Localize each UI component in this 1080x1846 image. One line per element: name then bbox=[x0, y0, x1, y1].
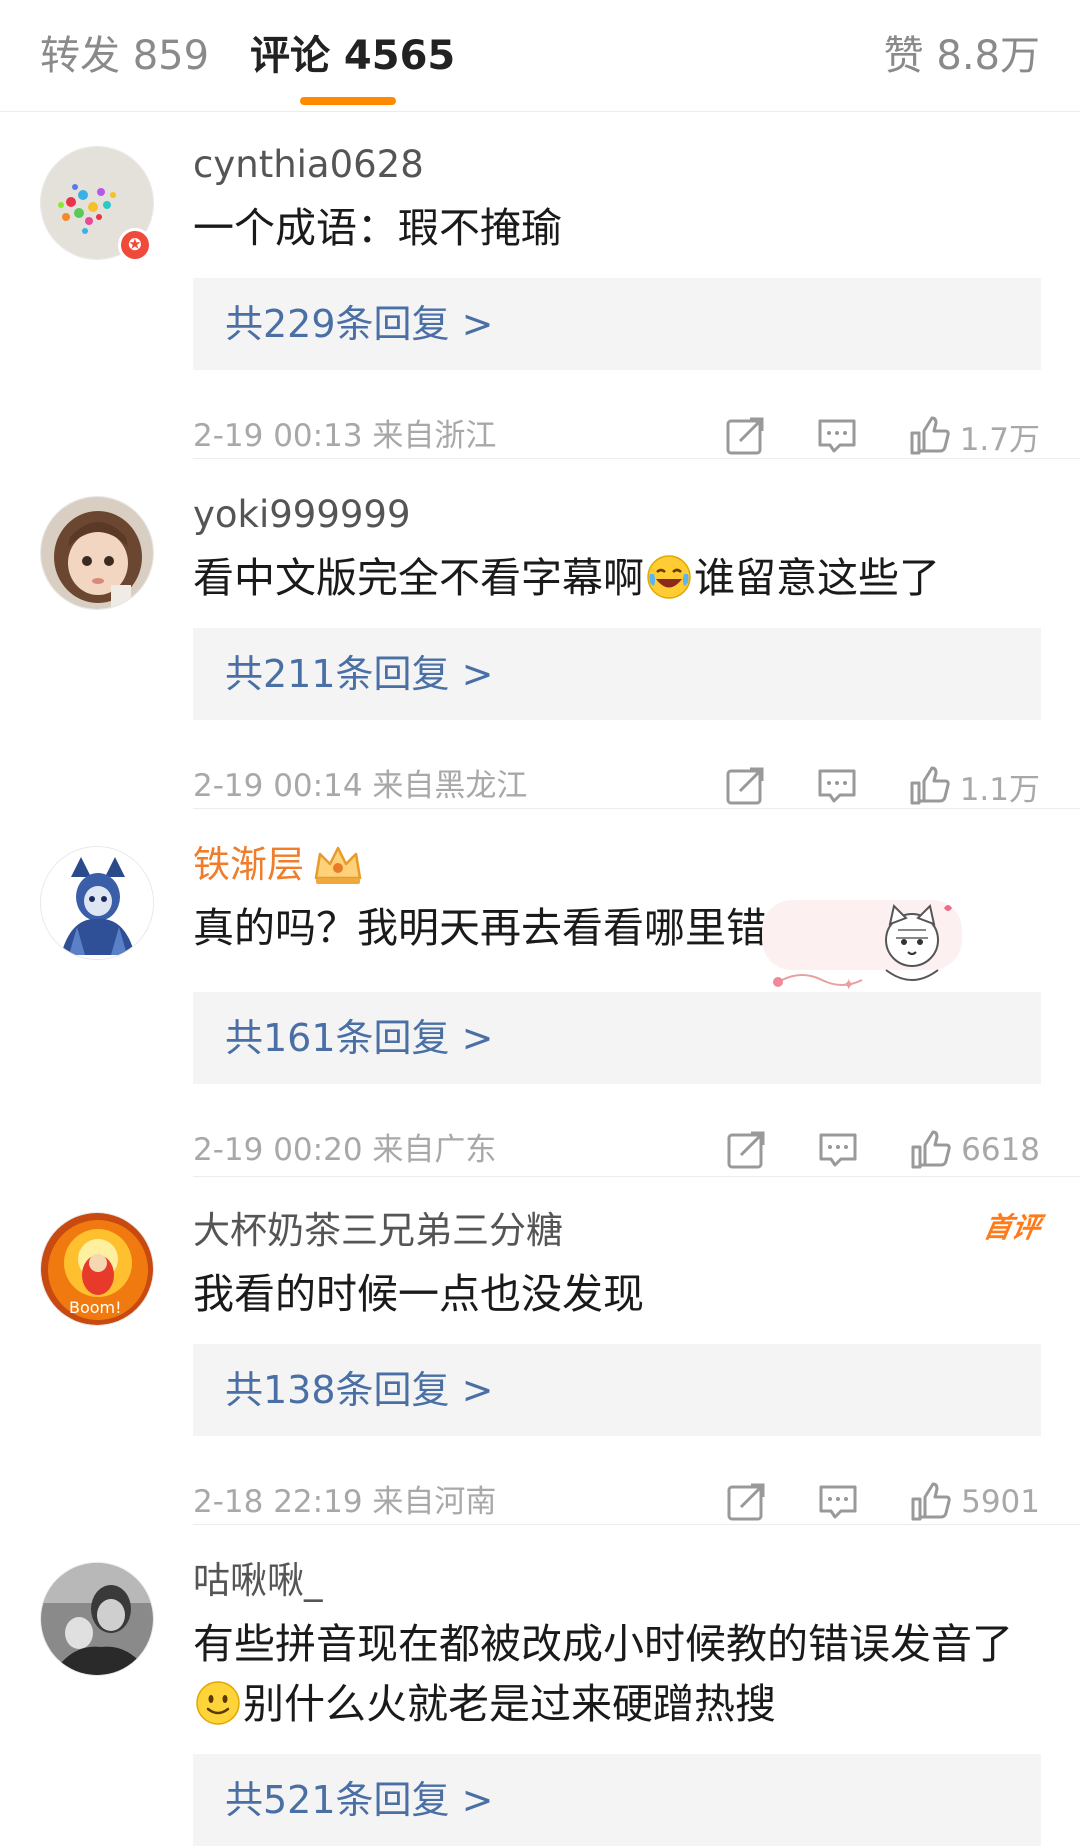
username[interactable]: 大杯奶茶三兄弟三分糖 bbox=[193, 1206, 563, 1256]
cat-sticker-icon: ✦ bbox=[762, 900, 962, 994]
divider bbox=[193, 1524, 1080, 1525]
like-button[interactable]: 1.1万 bbox=[908, 764, 1040, 809]
comment-item: ✪ cynthia0628 一个成语：瑕不掩瑜 共229条回复 > 2-19 0… bbox=[0, 120, 1080, 460]
share-button[interactable] bbox=[725, 1129, 767, 1171]
bw-photo-avatar-icon bbox=[41, 1563, 153, 1675]
comment-tabs: 转发 859 评论 4565 赞 8.8万 bbox=[0, 0, 1080, 112]
username[interactable]: 铁渐层 bbox=[193, 840, 304, 890]
first-comment-badge: 首评 bbox=[981, 1211, 1043, 1244]
comment-item: 咕啾啾_ 有些拼音现在都被改成小时候教的错误发音了别什么火就老是过来硬蹭热搜 共… bbox=[0, 1536, 1080, 1846]
comment-text: 我看的时候一点也没发现 bbox=[193, 1270, 644, 1318]
like-count: 1.7万 bbox=[959, 421, 1040, 458]
comment-text-part: 谁留意这些了 bbox=[694, 554, 940, 602]
comment-meta: 2-18 22:19 来自河南 bbox=[193, 1484, 497, 1520]
view-replies-button[interactable]: 共211条回复 > bbox=[193, 628, 1041, 720]
comment-text: 有些拼音现在都被改成小时候教的错误发音了别什么火就老是过来硬蹭热搜 bbox=[193, 1614, 1043, 1734]
comment-meta: 2-19 00:13 来自浙江 bbox=[193, 418, 497, 454]
active-tab-indicator bbox=[300, 97, 396, 105]
comment-text-part: 看中文版完全不看字幕啊 bbox=[193, 554, 644, 602]
blue-character-avatar-icon bbox=[41, 847, 153, 959]
crown-icon bbox=[314, 846, 362, 884]
reply-button[interactable] bbox=[816, 765, 858, 807]
like-button[interactable]: 6618 bbox=[909, 1129, 1040, 1171]
doll-girl-avatar-icon bbox=[41, 497, 153, 609]
avatar[interactable] bbox=[40, 1562, 154, 1676]
comment-text-part: 别什么火就老是过来硬蹭热搜 bbox=[243, 1680, 776, 1728]
smile-emoji-icon bbox=[196, 1681, 240, 1725]
tab-repost[interactable]: 转发 859 bbox=[40, 28, 209, 84]
comment-meta: 2-19 00:20 来自广东 bbox=[193, 1132, 497, 1168]
share-button[interactable] bbox=[724, 765, 766, 807]
share-icon bbox=[726, 767, 764, 805]
comment-item: yoki999999 看中文版完全不看字幕啊 谁留意这些了 共211条回复 > 2… bbox=[0, 470, 1080, 810]
view-replies-button[interactable]: 共521条回复 > bbox=[193, 1754, 1041, 1846]
avatar[interactable]: Boom! bbox=[40, 1212, 154, 1326]
like-count: 6618 bbox=[961, 1132, 1040, 1168]
comment-item: Boom! 大杯奶茶三兄弟三分糖 首评 我看的时候一点也没发现 共138条回复 … bbox=[0, 1186, 1080, 1526]
like-count: 5901 bbox=[961, 1484, 1040, 1520]
comment-item: 铁渐层 真的吗？我明天再去看看哪里错了 ✦ 共161条回复 > 2-19 00:… bbox=[0, 820, 1080, 1180]
share-button[interactable] bbox=[724, 415, 766, 457]
like-button[interactable]: 5901 bbox=[909, 1481, 1040, 1523]
share-icon bbox=[727, 1483, 765, 1521]
reply-button[interactable] bbox=[816, 415, 858, 457]
view-replies-button[interactable]: 共229条回复 > bbox=[193, 278, 1041, 370]
comment-actions: 1.7万 bbox=[724, 412, 1040, 460]
thumbs-up-icon bbox=[910, 766, 950, 805]
tab-like[interactable]: 赞 8.8万 bbox=[884, 28, 1040, 84]
svg-text:Boom!: Boom! bbox=[69, 1298, 122, 1317]
divider bbox=[193, 458, 1080, 459]
reply-button[interactable] bbox=[817, 1481, 859, 1523]
comment-text: 看中文版完全不看字幕啊 谁留意这些了 bbox=[193, 548, 1043, 608]
divider bbox=[193, 808, 1080, 809]
comment-icon bbox=[818, 769, 856, 803]
like-button[interactable]: 1.7万 bbox=[908, 414, 1040, 459]
laughing-crying-emoji-icon bbox=[647, 555, 691, 599]
username[interactable]: cynthia0628 bbox=[193, 140, 424, 190]
thumbs-up-icon bbox=[910, 416, 950, 455]
like-count: 1.1万 bbox=[959, 771, 1040, 808]
comment-icon bbox=[819, 1133, 857, 1167]
username[interactable]: yoki999999 bbox=[193, 490, 410, 540]
comment-meta: 2-19 00:14 来自黑龙江 bbox=[193, 768, 528, 804]
share-icon bbox=[727, 1131, 765, 1169]
share-icon bbox=[726, 417, 764, 455]
comment-text-part: 有些拼音现在都被改成小时候教的错误发音了 bbox=[193, 1620, 1013, 1668]
comment-actions: 1.1万 bbox=[724, 762, 1040, 810]
comment-actions: 5901 bbox=[725, 1478, 1040, 1526]
avatar[interactable] bbox=[40, 846, 154, 960]
avatar[interactable] bbox=[40, 496, 154, 610]
share-button[interactable] bbox=[725, 1481, 767, 1523]
boom-teletubby-avatar-icon: Boom! bbox=[41, 1213, 153, 1325]
view-replies-button[interactable]: 共161条回复 > bbox=[193, 992, 1041, 1084]
view-replies-button[interactable]: 共138条回复 > bbox=[193, 1344, 1041, 1436]
verified-badge-icon: ✪ bbox=[118, 228, 152, 262]
thumbs-up-icon bbox=[911, 1482, 951, 1521]
divider bbox=[193, 1176, 1080, 1177]
comment-text: 一个成语：瑕不掩瑜 bbox=[193, 204, 562, 252]
username[interactable]: 咕啾啾_ bbox=[193, 1556, 323, 1606]
tab-comment[interactable]: 评论 4565 bbox=[250, 28, 455, 84]
reply-button[interactable] bbox=[817, 1129, 859, 1171]
comment-actions: 6618 bbox=[725, 1126, 1040, 1174]
comment-icon bbox=[818, 419, 856, 453]
thumbs-up-icon bbox=[911, 1130, 951, 1169]
comment-icon bbox=[819, 1485, 857, 1519]
